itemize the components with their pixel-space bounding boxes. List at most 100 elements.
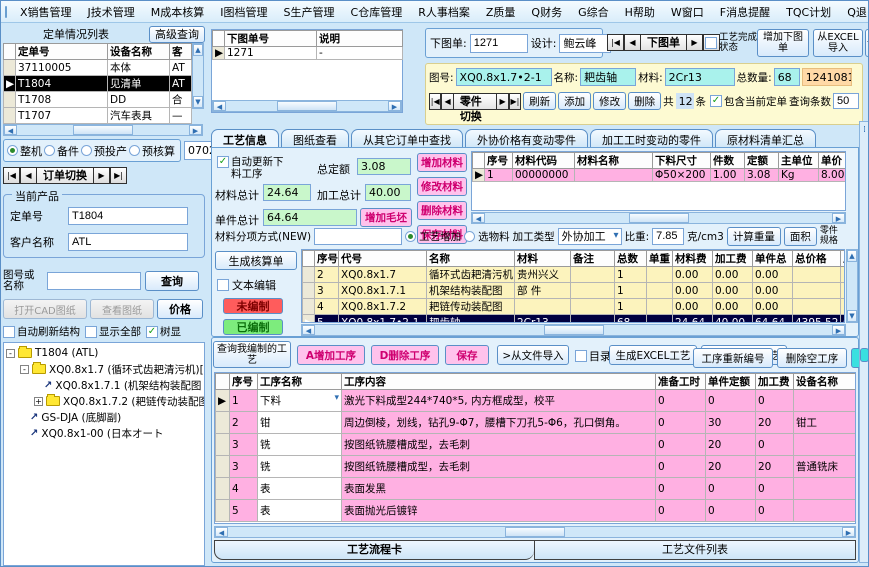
delete-material-button[interactable]: 删除材料: [417, 201, 467, 220]
auto-update-checkbox[interactable]: [217, 156, 229, 168]
price-button[interactable]: 价格: [157, 299, 203, 319]
next-order-button[interactable]: ▶: [93, 167, 110, 184]
designer-field[interactable]: [559, 34, 611, 53]
tab-work-hours-changed[interactable]: 加工工时变动的零件: [590, 129, 713, 149]
first-part-button[interactable]: |◀: [429, 93, 441, 110]
tree-item[interactable]: ↗ XQ0.8x1-00 (日本オート: [4, 425, 204, 441]
delete-step-button[interactable]: D删除工序: [371, 345, 439, 365]
process-type-combobox[interactable]: 外协加工: [558, 228, 622, 245]
prev-order-button[interactable]: ◀: [20, 167, 37, 184]
material-total-field[interactable]: 24.64: [263, 184, 311, 201]
compiled-button[interactable]: 已编制: [223, 319, 283, 335]
collapse-icon[interactable]: -: [20, 365, 29, 374]
first-doc-button[interactable]: |◀: [607, 34, 624, 51]
menu-item[interactable]: C仓库管理: [344, 3, 410, 21]
table-row[interactable]: ▶T1804见清单AT: [4, 76, 192, 92]
collapse-strip-button[interactable]: [860, 348, 869, 362]
catalog-checkbox[interactable]: [575, 350, 587, 362]
first-order-button[interactable]: |◀: [3, 167, 20, 184]
table-row[interactable]: ▶100000000Φ50×2001.003.08Kg8.0024.6: [473, 169, 847, 182]
file-import-button[interactable]: >从文件导入: [497, 345, 569, 365]
prev-doc-button[interactable]: ◀: [624, 34, 641, 51]
tree-item[interactable]: ↗ XQ0.8x1.7.1 (机架结构装配图: [4, 377, 204, 393]
gen-excel-button[interactable]: 生成EXCEL工艺: [609, 345, 697, 365]
orders-vscroll[interactable]: ▲▼: [192, 43, 204, 109]
tree-item[interactable]: ↗ GS-DJA (底脚副): [4, 409, 204, 425]
orders-hscroll[interactable]: ◀▶: [3, 124, 203, 136]
total-quota-field[interactable]: 3.08: [357, 158, 411, 175]
table-row[interactable]: 3铣按图纸铣腰槽成型，去毛刺0200: [216, 434, 856, 456]
query-button[interactable]: 查询: [145, 271, 199, 291]
table-row[interactable]: ▶1下料激光下料成型244*740*5, 内方框成型，校平000: [216, 390, 856, 412]
query-my-process-button[interactable]: 查询我编制的工艺: [213, 341, 291, 368]
tree-item[interactable]: + XQ0.8x1.7.2 (耙链传动装配图: [4, 393, 204, 409]
tab-outsourcing-price-changed[interactable]: 外协价格有变动零件: [465, 129, 588, 149]
menu-item[interactable]: H帮助: [618, 3, 662, 21]
open-cad-button[interactable]: 打开CAD图纸: [3, 299, 87, 319]
table-row[interactable]: T1708DD合: [4, 92, 192, 108]
doc-list-hscroll[interactable]: ◀▶: [212, 100, 402, 112]
add-material-button[interactable]: 增加材料: [417, 153, 467, 172]
calc-weight-button[interactable]: 计算重量: [727, 227, 781, 246]
radio-pre-production[interactable]: [81, 145, 92, 156]
material-field[interactable]: 2Cr13: [665, 68, 735, 86]
process-hscroll[interactable]: ◀▶: [214, 526, 856, 538]
radio-whole-machine[interactable]: [7, 145, 18, 156]
menu-item[interactable]: W窗口: [664, 3, 711, 21]
tab-process-flow-card[interactable]: 工艺流程卡: [214, 540, 534, 560]
modify-material-button[interactable]: 修改材料: [417, 177, 467, 196]
next-part-button[interactable]: ▶: [496, 93, 508, 110]
next-doc-button[interactable]: ▶: [686, 34, 703, 51]
tab-drawing-view[interactable]: 图纸查看: [281, 129, 349, 149]
renumber-steps-button[interactable]: 工序重新编号: [693, 348, 773, 368]
order-no-field[interactable]: [68, 207, 188, 225]
table-row[interactable]: 4表表面发黑000: [216, 478, 856, 500]
table-row[interactable]: 5表表面抛光后镀锌000: [216, 500, 856, 522]
radio-spare-parts[interactable]: [44, 145, 55, 156]
process-done-checkbox[interactable]: [705, 37, 717, 49]
doc-no-field[interactable]: [470, 34, 528, 53]
tree-view-checkbox[interactable]: [146, 326, 158, 338]
table-row[interactable]: T1707汽车表具—: [4, 108, 192, 124]
menu-item[interactable]: X销售管理: [13, 3, 79, 21]
include-current-order-checkbox[interactable]: [710, 95, 722, 107]
part-name-field[interactable]: 耙齿轴: [580, 68, 636, 86]
split-mode-input[interactable]: [314, 228, 402, 245]
add-blank-button[interactable]: 增加毛坯: [360, 208, 412, 227]
menu-item[interactable]: Z质量: [479, 3, 523, 21]
table-row[interactable]: 2钳周边倒棱，划线，钻孔9-Φ7，腰槽下刀孔5-Φ6，孔口倒角。03020钳工: [216, 412, 856, 434]
tree-item[interactable]: - T1804 (ATL): [4, 345, 204, 361]
menu-item[interactable]: I图档管理: [213, 3, 274, 21]
table-row[interactable]: ▶1271-: [213, 47, 403, 60]
table-row[interactable]: 3XQ0.8x1.7.1机架结构装配图部 件10.000.000.00: [303, 283, 846, 299]
menu-item[interactable]: J技术管理: [81, 3, 142, 21]
unit-total-field[interactable]: 64.64: [263, 209, 357, 226]
auto-refresh-structure-checkbox[interactable]: [3, 326, 15, 338]
gen-account-button[interactable]: 生成核算单: [215, 251, 297, 270]
process-total-field[interactable]: 40.00: [365, 184, 411, 201]
vertical-splitter[interactable]: ⁞: [859, 121, 869, 563]
show-all-checkbox[interactable]: [85, 326, 97, 338]
add-step-button[interactable]: A增加工序: [297, 345, 365, 365]
query-rows-field[interactable]: [833, 93, 859, 109]
delete-empty-steps-button[interactable]: 删除空工序: [777, 348, 847, 368]
menu-item[interactable]: Q退出: [840, 3, 869, 21]
not-compiled-button[interactable]: 未编制: [223, 298, 283, 314]
tab-raw-material-summary[interactable]: 原材料清单汇总: [715, 129, 816, 149]
menu-item[interactable]: S生产管理: [277, 3, 342, 21]
menu-item[interactable]: TQC计划: [779, 3, 838, 21]
radio-select-material[interactable]: [464, 231, 475, 242]
excel-import-button[interactable]: 从EXCEL导入: [813, 29, 863, 57]
table-row[interactable]: 3铣按图纸铣腰槽成型，去毛刺02020普通铣床: [216, 456, 856, 478]
note-button[interactable]: 说明: [865, 29, 869, 57]
parts-hscroll[interactable]: ◀▶: [301, 324, 846, 336]
modify-part-button[interactable]: 修改: [593, 92, 626, 110]
drawing-no-field[interactable]: XQ0.8x1.7•2-1: [456, 68, 552, 86]
table-row[interactable]: 4XQ0.8x1.7.2耙链传动装配图10.000.000.00: [303, 299, 846, 315]
table-row[interactable]: 2XQ0.8x1.7循环式齿耙清污机贵州兴义10.000.000.00: [303, 267, 846, 283]
collapse-icon[interactable]: -: [6, 349, 15, 358]
drawing-search-input[interactable]: [47, 272, 141, 290]
save-step-button[interactable]: 保存: [445, 345, 489, 365]
add-doc-button[interactable]: 增加下图单: [757, 29, 809, 57]
advanced-query-button[interactable]: 高级查询: [149, 26, 205, 43]
